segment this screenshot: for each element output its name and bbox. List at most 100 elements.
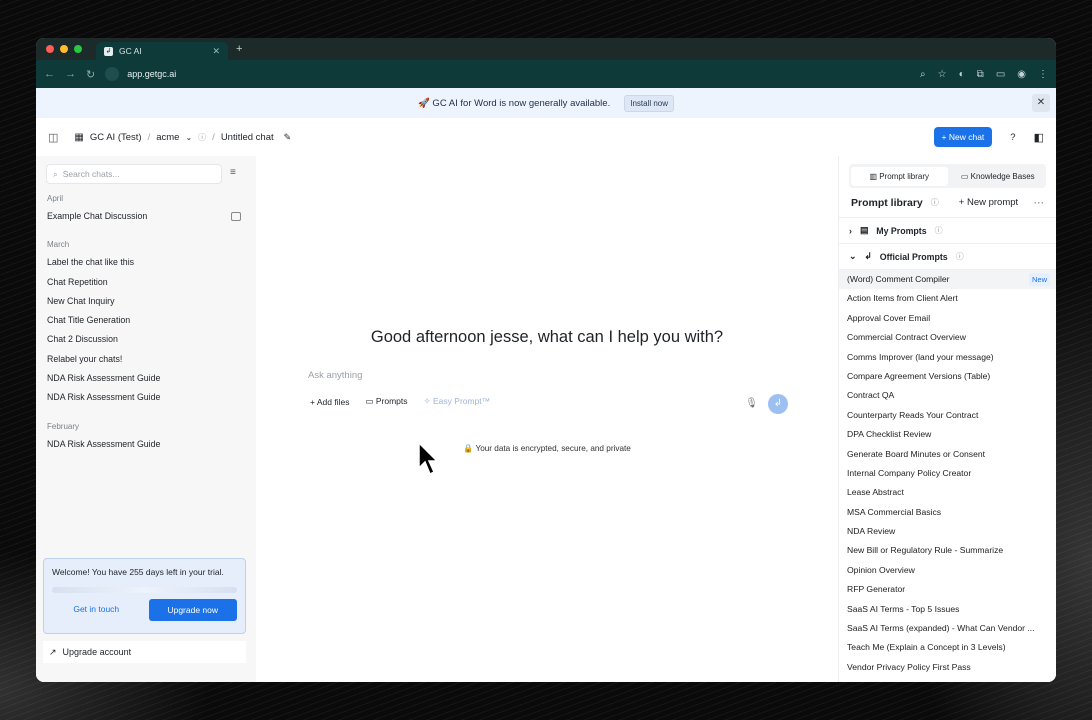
prompt-item[interactable]: SaaS AI Terms - Top 5 Issues	[839, 600, 1056, 619]
chat-list-item[interactable]: Relabel your chats!	[36, 350, 256, 369]
address-bar[interactable]: app.getgc.ai	[105, 64, 910, 84]
app: 🚀 GC AI for Word is now generally availa…	[36, 88, 1056, 682]
prompt-item[interactable]: MSA Commercial Basics	[839, 503, 1056, 522]
prompt-item[interactable]: Internal Company Policy Creator	[839, 464, 1056, 483]
minimize-window-button[interactable]	[60, 45, 68, 53]
my-prompts-group[interactable]: › ▤ My Prompts ⓘ	[839, 218, 1056, 244]
new-prompt-button[interactable]: + New prompt	[959, 197, 1018, 208]
prompt-item[interactable]: Generate Board Minutes or Consent	[839, 445, 1056, 464]
ask-input[interactable]: Ask anything	[308, 370, 788, 381]
workspace-name[interactable]: GC AI (Test)	[90, 132, 142, 143]
zoom-icon[interactable]: ⌕	[920, 69, 926, 80]
workspace-icon: ▦	[74, 131, 84, 143]
chat-composer[interactable]: Ask anything + Add files ▭ Prompts ✧ Eas…	[308, 370, 788, 420]
window-controls[interactable]	[46, 45, 82, 53]
profile-icon[interactable]: ◉	[1017, 69, 1026, 80]
chat-list-item[interactable]: Chat Repetition	[36, 273, 256, 292]
main-chat-area: Good afternoon jesse, what can I help yo…	[256, 156, 838, 682]
filter-icon[interactable]: ≡	[230, 167, 236, 178]
info-icon: ⓘ	[955, 252, 964, 261]
chat-list-item[interactable]: Chat Title Generation	[36, 311, 256, 330]
chat-list-item[interactable]: New Chat Inquiry	[36, 292, 256, 311]
archive-icon[interactable]	[231, 212, 241, 221]
trial-progress	[52, 587, 237, 593]
upgrade-account-link[interactable]: ↗ Upgrade account	[43, 641, 246, 663]
prompt-item[interactable]: NDA Review	[839, 522, 1056, 541]
browser-window: ↲ GC AI ✕ + ← → ↻ app.getgc.ai ⌕ ☆ ◐ ⧉ ▭…	[36, 38, 1056, 682]
maximize-window-button[interactable]	[74, 45, 82, 53]
sidebar-toggle-icon[interactable]: ◫	[48, 131, 58, 144]
sidepanel-icon[interactable]: ▭	[996, 69, 1005, 80]
right-panel-toggle-icon[interactable]: ◧	[1034, 131, 1044, 144]
prompt-item[interactable]: RFP Generator	[839, 580, 1056, 599]
new-tab-icon[interactable]: +	[236, 43, 242, 55]
new-prompt-label: New prompt	[966, 197, 1019, 208]
trial-text: Welcome! You have 255 days left in your …	[52, 567, 224, 577]
chat-list-item[interactable]: NDA Risk Assessment Guide	[36, 435, 256, 454]
close-window-button[interactable]	[46, 45, 54, 53]
prompt-item[interactable]: SaaS AI Terms (expanded) - What Can Vend…	[839, 619, 1056, 638]
breadcrumb: ▦ GC AI (Test) / acme ⌄ ⓘ / Untitled cha…	[74, 132, 291, 143]
forward-icon[interactable]: →	[65, 68, 76, 80]
chat-title[interactable]: Untitled chat	[221, 132, 274, 143]
prompt-item[interactable]: Action Items from Client Alert	[839, 289, 1056, 308]
microphone-icon[interactable]: 🎙	[745, 398, 758, 409]
prompt-item[interactable]: Lease Abstract	[839, 483, 1056, 502]
add-files-button[interactable]: + Add files	[310, 397, 349, 407]
prompt-item-label: Lease Abstract	[847, 487, 904, 498]
chat-list-item[interactable]: NDA Risk Assessment Guide	[36, 388, 256, 407]
org-name[interactable]: acme	[156, 132, 179, 143]
upgrade-now-button[interactable]: Upgrade now	[148, 599, 237, 621]
edit-pencil-icon[interactable]: ✎	[284, 132, 292, 143]
get-in-touch-button[interactable]: Get in touch	[52, 599, 141, 621]
new-chat-button[interactable]: + New chat	[933, 127, 993, 147]
back-icon[interactable]: ←	[44, 68, 55, 80]
reload-icon[interactable]: ↻	[86, 68, 95, 81]
breadcrumb-separator: /	[212, 131, 215, 143]
prompt-item[interactable]: Comms Improver (land your message)	[839, 348, 1056, 367]
help-button[interactable]: ?	[1010, 132, 1015, 143]
install-now-button[interactable]: Install now	[624, 94, 675, 112]
site-info-icon[interactable]	[105, 67, 120, 81]
chat-list-item[interactable]: Example Chat Discussion	[36, 207, 256, 226]
prompt-item-label: Teach Me (Explain a Concept in 3 Levels)	[847, 642, 1006, 653]
prompt-item[interactable]: Counterparty Reads Your Contract	[839, 406, 1056, 425]
tab-prompt-library[interactable]: ▥ Prompt library	[851, 166, 948, 186]
easy-prompt-button[interactable]: ✧ Easy Prompt™	[424, 396, 491, 407]
prompt-item-label: Comms Improver (land your message)	[847, 351, 994, 362]
chevron-down-icon[interactable]: ⌄	[185, 133, 192, 142]
prompt-item-label: MSA Commercial Basics	[847, 506, 942, 517]
prompt-item[interactable]: New Bill or Regulatory Rule - Summarize	[839, 541, 1056, 560]
favicon-icon: ↲	[104, 46, 113, 56]
chat-list-item[interactable]: Label the chat like this	[36, 253, 256, 272]
extension-icon[interactable]: ◐	[959, 69, 965, 80]
prompt-item[interactable]: DPA Checklist Review	[839, 425, 1056, 444]
prompt-item[interactable]: Vendor Privacy Policy First Pass	[839, 658, 1056, 677]
banner-close-icon[interactable]: ✕	[1032, 94, 1050, 112]
prompt-item[interactable]: (Word) Comment Compiler New	[839, 270, 1056, 290]
search-chats-input[interactable]: ⌕ Search chats...	[46, 164, 222, 184]
chat-list-item[interactable]: Chat 2 Discussion	[36, 330, 256, 349]
more-icon[interactable]: ⋯	[1034, 197, 1045, 209]
close-tab-icon[interactable]: ✕	[212, 46, 220, 57]
prompt-item[interactable]: Approval Cover Email	[839, 309, 1056, 328]
tab-knowledge-bases[interactable]: ▭ Knowledge Bases	[950, 172, 1047, 181]
bookmark-star-icon[interactable]: ☆	[938, 69, 947, 80]
official-prompts-group[interactable]: ⌄ ↲ Official Prompts ⓘ	[839, 244, 1056, 270]
prompt-item[interactable]: Opinion Overview	[839, 561, 1056, 580]
browser-tab[interactable]: ↲ GC AI ✕	[96, 42, 228, 60]
prompt-item[interactable]: Commercial Contract Overview	[839, 328, 1056, 347]
prompts-button[interactable]: ▭ Prompts	[365, 396, 407, 407]
prompt-item[interactable]: Contract QA	[839, 386, 1056, 405]
chat-list: April Example Chat Discussion March Labe…	[36, 194, 256, 454]
prompt-item[interactable]: Compare Agreement Versions (Table)	[839, 367, 1056, 386]
info-icon: ⓘ	[198, 132, 207, 142]
menu-dots-icon[interactable]: ⋮	[1038, 69, 1048, 80]
chat-list-item[interactable]: NDA Risk Assessment Guide	[36, 369, 256, 388]
search-icon: ⌕	[53, 168, 58, 179]
prompt-item[interactable]: Teach Me (Explain a Concept in 3 Levels)	[839, 638, 1056, 657]
breadcrumb-separator: /	[147, 131, 151, 143]
puzzle-icon[interactable]: ⧉	[977, 69, 984, 80]
send-button[interactable]: ↲	[768, 394, 788, 414]
address-bar-row: ← → ↻ app.getgc.ai ⌕ ☆ ◐ ⧉ ▭ ◉ ⋮	[36, 60, 1056, 88]
